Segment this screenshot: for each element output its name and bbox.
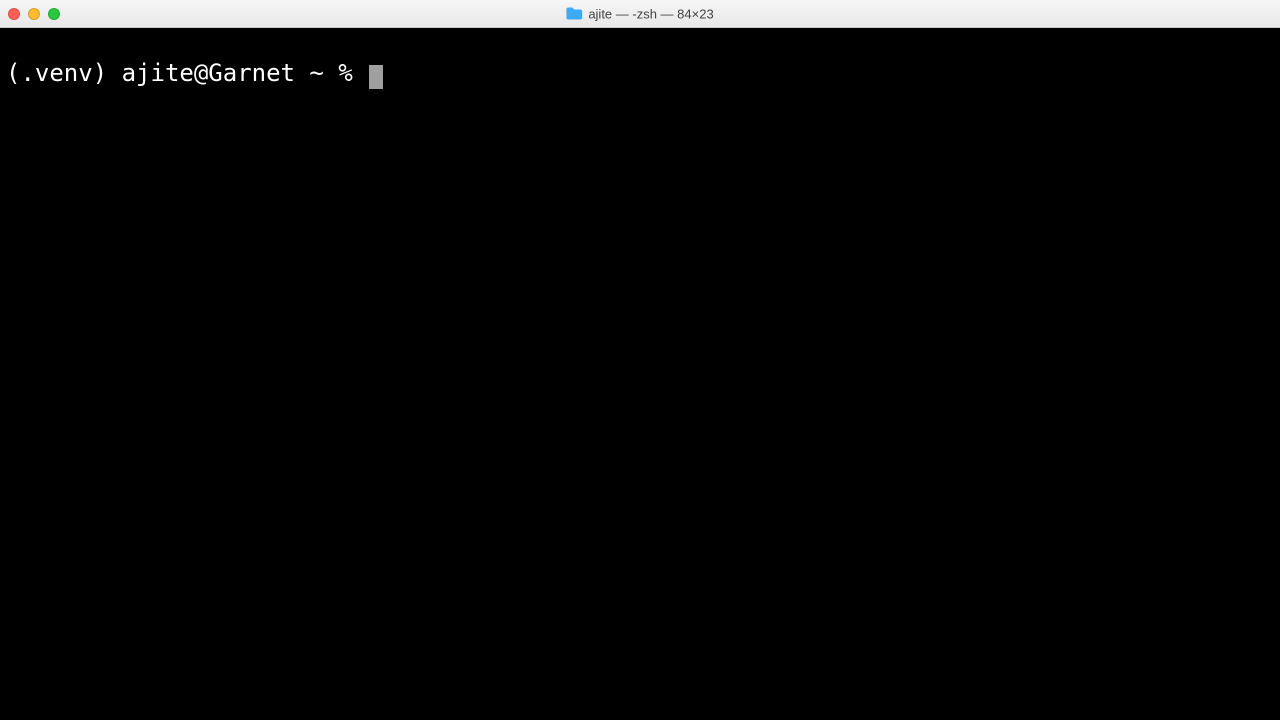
window-controls	[8, 8, 60, 20]
window-title: ajite — -zsh — 84×23	[566, 6, 713, 21]
minimize-icon[interactable]	[28, 8, 40, 20]
window-titlebar[interactable]: ajite — -zsh — 84×23	[0, 0, 1280, 28]
close-icon[interactable]	[8, 8, 20, 20]
shell-prompt: (.venv) ajite@Garnet ~ %	[6, 59, 367, 87]
terminal-body[interactable]: (.venv) ajite@Garnet ~ %	[0, 28, 1280, 720]
folder-icon	[566, 8, 582, 20]
terminal-window: ajite — -zsh — 84×23 (.venv) ajite@Garne…	[0, 0, 1280, 720]
window-title-text: ajite — -zsh — 84×23	[588, 6, 713, 21]
cursor-icon	[369, 65, 383, 89]
zoom-icon[interactable]	[48, 8, 60, 20]
